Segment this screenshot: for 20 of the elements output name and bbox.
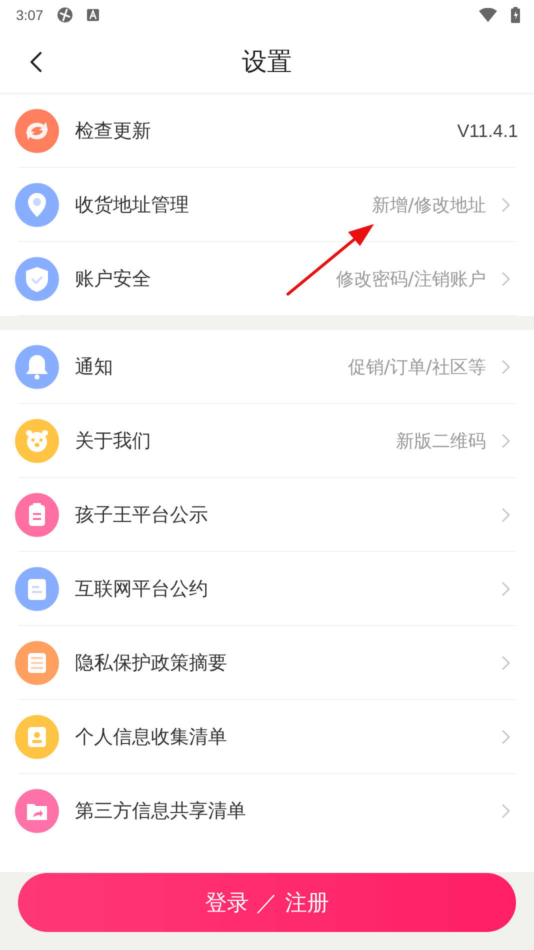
setting-label[interactable]: 互联网平台公约	[75, 576, 486, 602]
wifi-icon	[479, 8, 497, 22]
login-button[interactable]: 登录 ／ 注册	[18, 873, 516, 932]
page-title: 设置	[242, 46, 292, 78]
setting-value: 修改密码/注销账户	[336, 268, 486, 291]
status-time: 3:07	[16, 7, 44, 23]
setting-label[interactable]: 收货地址管理	[75, 192, 372, 218]
setting-value: 新版二维码	[396, 430, 486, 453]
setting-value: V11.4.1	[457, 120, 518, 142]
setting-label[interactable]: 账户安全	[75, 266, 336, 292]
setting-label[interactable]: 个人信息收集清单	[75, 724, 486, 750]
setting-label[interactable]: 第三方信息共享清单	[75, 798, 486, 824]
setting-label[interactable]: 隐私保护政策摘要	[75, 650, 486, 676]
setting-label[interactable]: 检查更新	[75, 118, 458, 144]
setting-value: 新增/修改地址	[372, 194, 486, 217]
setting-value: 促销/订单/社区等	[348, 356, 486, 379]
battery-icon	[511, 7, 520, 23]
setting-label[interactable]: 孩子王平台公示	[75, 502, 486, 528]
setting-label[interactable]: 关于我们	[75, 428, 396, 454]
setting-label[interactable]: 通知	[75, 354, 348, 380]
